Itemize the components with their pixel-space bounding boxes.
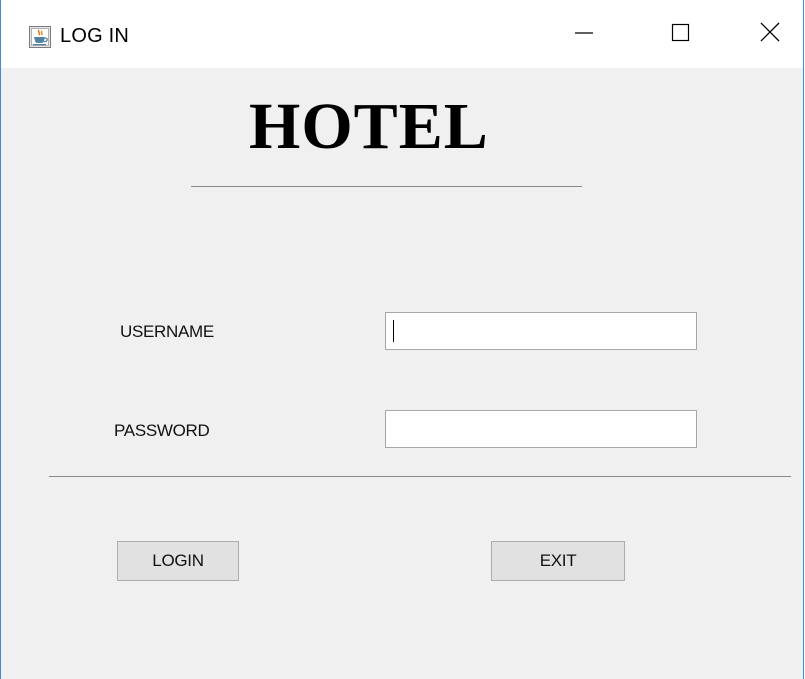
password-input[interactable]	[385, 410, 697, 448]
maximize-button[interactable]	[637, 0, 723, 68]
exit-button[interactable]: EXIT	[491, 541, 625, 581]
close-button[interactable]	[727, 0, 805, 68]
minimize-button[interactable]	[541, 0, 627, 68]
password-label: PASSWORD	[114, 421, 210, 440]
title-divider	[191, 186, 582, 187]
text-caret	[393, 320, 394, 342]
title-bar[interactable]: LOG IN	[1, 0, 803, 68]
username-label: USERNAME	[120, 322, 214, 341]
java-cup-icon[interactable]	[29, 26, 51, 48]
minimize-icon	[574, 22, 594, 47]
login-form: HOTEL USERNAME PASSWORD LOGIN EXIT	[1, 68, 803, 679]
window-title: LOG IN	[60, 25, 129, 47]
login-window: LOG IN HOTEL USERNAME PASSWORD LOGIN EXI…	[0, 0, 804, 679]
login-button[interactable]: LOGIN	[117, 541, 239, 581]
close-icon	[759, 21, 781, 48]
page-title: HOTEL	[249, 90, 489, 163]
username-input[interactable]	[385, 312, 697, 350]
maximize-icon	[670, 22, 690, 47]
form-divider	[49, 476, 791, 477]
